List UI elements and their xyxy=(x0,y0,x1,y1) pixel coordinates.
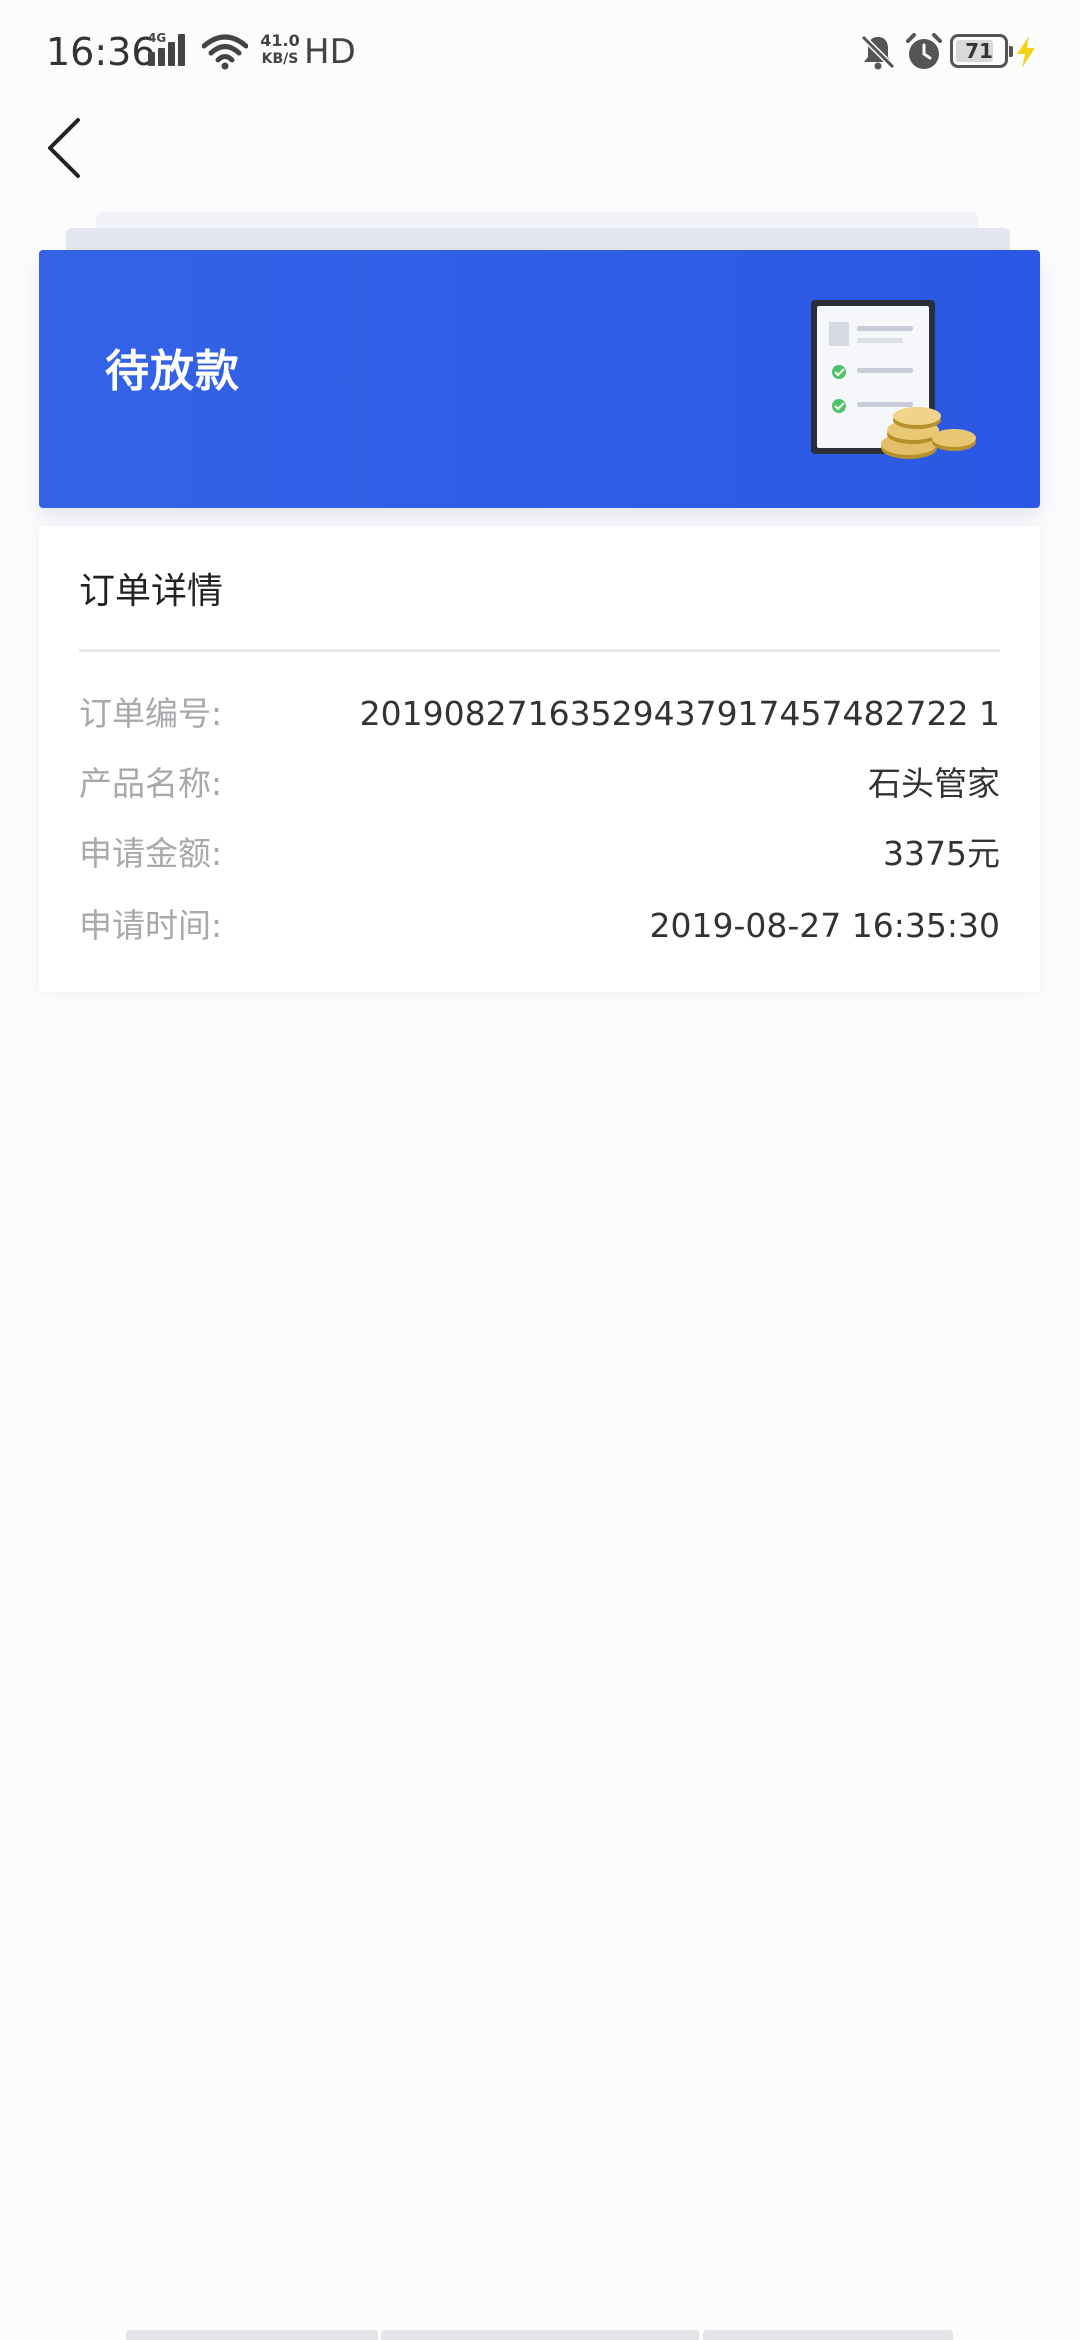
hd-label: HD xyxy=(304,32,356,72)
signal-icon: 4G xyxy=(148,31,185,66)
charging-icon xyxy=(1017,36,1035,68)
order-detail-title: 订单详情 xyxy=(79,571,224,612)
status-bar: 16:36 4G 41.0 KB/S HD 71 xyxy=(0,0,1080,104)
status-time: 16:36 xyxy=(46,30,156,74)
apply-amount-value: 3375元 xyxy=(883,834,1000,873)
apply-amount-label: 申请金额: xyxy=(79,834,223,873)
network-speed: 41.0 KB/S xyxy=(256,32,304,68)
order-status-title: 待放款 xyxy=(105,346,240,397)
apply-time-row: 申请时间: 2019-08-27 16:35:30 xyxy=(79,898,1000,954)
nav-hint-bar xyxy=(703,2330,953,2340)
apply-amount-row: 申请金额: 3375元 xyxy=(79,826,1000,882)
speed-value: 41.0 xyxy=(260,31,300,50)
order-detail-card: 订单详情 订单编号: 20190827163529437917457482722… xyxy=(39,526,1040,992)
battery-icon: 71 xyxy=(950,34,1013,68)
document-coins-icon xyxy=(811,300,976,459)
order-number-value: 20190827163529437917457482722 1 xyxy=(359,694,1000,733)
status-banner: 待放款 xyxy=(39,250,1040,508)
product-name-row: 产品名称: 石头管家 xyxy=(79,756,1000,812)
nav-hint-bar xyxy=(126,2330,378,2340)
divider xyxy=(79,649,1000,652)
chevron-left-icon xyxy=(48,118,80,178)
wifi-icon xyxy=(202,34,248,70)
order-number-label: 订单编号: xyxy=(79,694,223,733)
product-name-label: 产品名称: xyxy=(79,764,223,803)
apply-time-value: 2019-08-27 16:35:30 xyxy=(649,906,1000,945)
battery-level: 71 xyxy=(965,39,993,63)
network-type: 4G xyxy=(148,31,166,45)
apply-time-label: 申请时间: xyxy=(79,906,223,945)
nav-hint-bar xyxy=(381,2330,699,2340)
order-number-row: 订单编号: 20190827163529437917457482722 1 xyxy=(79,686,1000,742)
mute-icon xyxy=(860,34,896,70)
alarm-icon xyxy=(906,33,942,69)
speed-unit: KB/S xyxy=(261,51,299,67)
back-button[interactable] xyxy=(36,108,100,188)
product-name-value: 石头管家 xyxy=(868,764,1000,803)
